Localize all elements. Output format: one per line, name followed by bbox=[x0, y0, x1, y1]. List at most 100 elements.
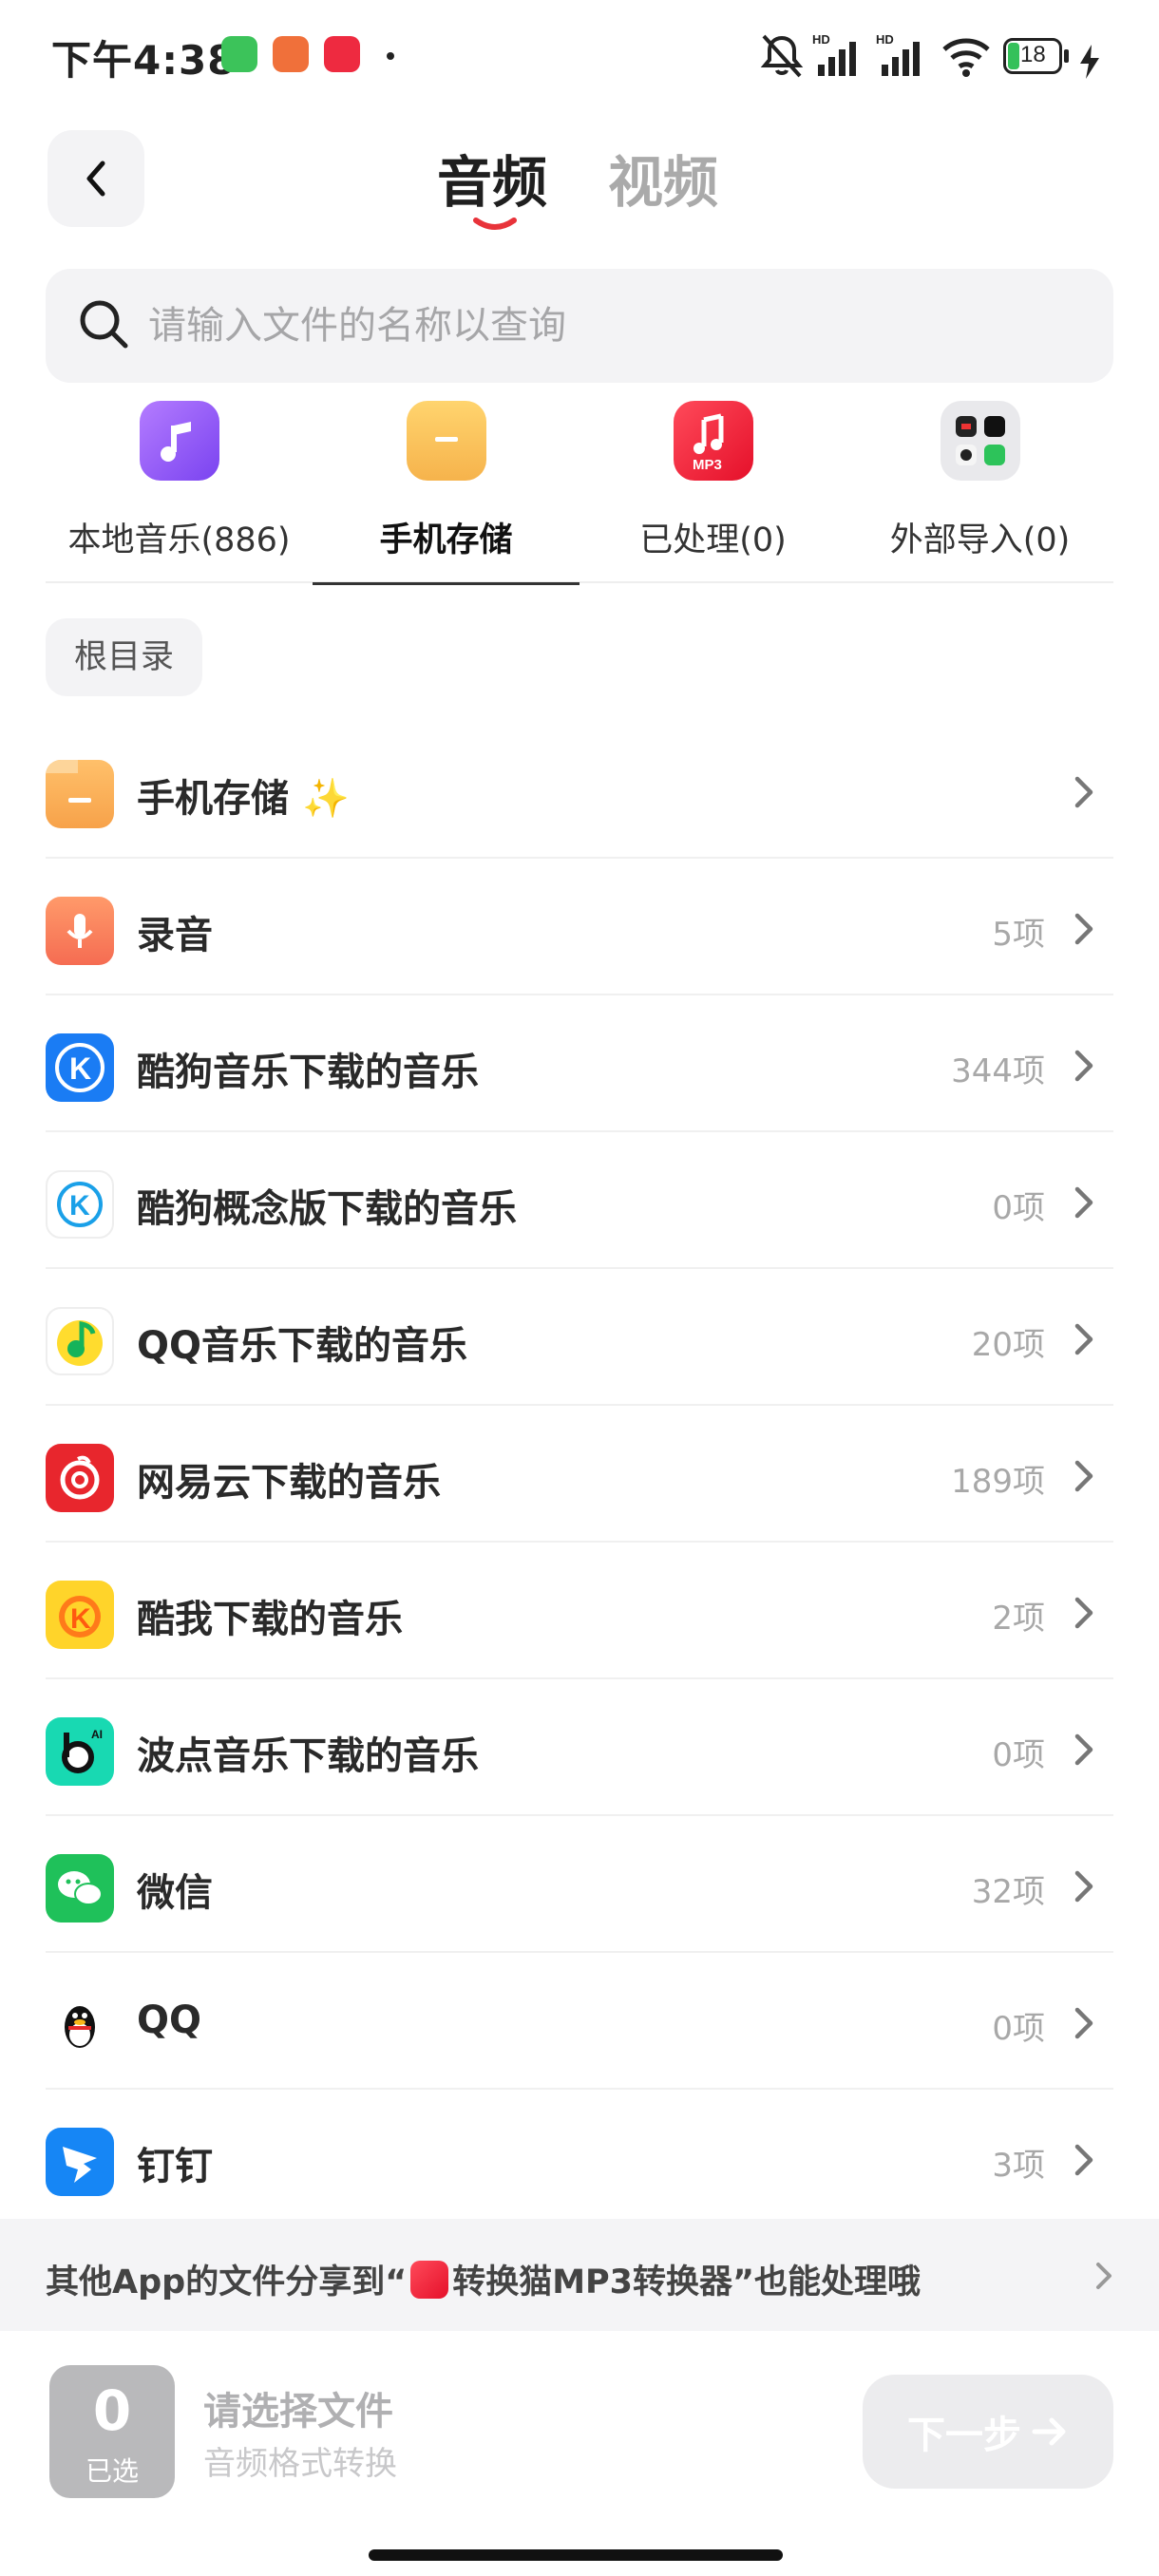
bodian-icon: AI bbox=[46, 1717, 114, 1786]
list-item-name: 微信 bbox=[137, 1871, 213, 1915]
category-local-music[interactable]: 本地音乐(886) bbox=[46, 399, 313, 583]
tab-video[interactable]: 视频 bbox=[608, 138, 718, 218]
chevron-right-icon bbox=[1074, 1186, 1093, 1219]
qq-music-icon bbox=[46, 1307, 114, 1375]
chevron-right-icon bbox=[1096, 2263, 1112, 2289]
status-time: 下午4:38 bbox=[51, 37, 237, 84]
wifi-icon bbox=[942, 38, 990, 77]
share-hint-banner[interactable]: 其他App的文件分享到“ 转换猫MP3转换器 ”也能处理哦 bbox=[0, 2219, 1159, 2331]
back-button[interactable] bbox=[48, 130, 144, 227]
list-item[interactable]: 手机存储 ✨ bbox=[46, 722, 1113, 859]
folder-icon bbox=[406, 401, 486, 481]
qq-penguin-icon bbox=[46, 1991, 114, 2059]
svg-text:HD: HD bbox=[812, 32, 830, 47]
select-file-title: 请选择文件 bbox=[203, 2390, 393, 2434]
sparkle-icon: ✨ bbox=[301, 777, 350, 821]
list-item[interactable]: QQ 0项 bbox=[46, 1953, 1113, 2090]
category-external-import[interactable]: 外部导入(0) bbox=[846, 399, 1113, 583]
selected-count: 0 bbox=[92, 2378, 132, 2443]
svg-text:K: K bbox=[69, 1190, 90, 1222]
status-bar: 下午4:38 HD HD 18 bbox=[0, 0, 1159, 114]
category-tabs: 本地音乐(886) 手机存储 MP3 已处理(0) 外部导入(0) bbox=[46, 399, 1113, 585]
list-item[interactable]: K 酷狗概念版下载的音乐 0项 bbox=[46, 1132, 1113, 1269]
folder-icon bbox=[46, 760, 114, 828]
share-hint-prefix: 其他App的文件分享到“ bbox=[46, 2263, 408, 2301]
next-step-button[interactable]: 下一步 bbox=[863, 2375, 1113, 2489]
list-item-count: 2项 bbox=[992, 1600, 1045, 1638]
list-item-count: 32项 bbox=[971, 1873, 1045, 1911]
mp3-converter-app-icon bbox=[410, 2260, 449, 2299]
category-processed[interactable]: MP3 已处理(0) bbox=[580, 399, 846, 583]
battery-icon: 18 bbox=[1003, 38, 1070, 74]
share-hint-app-name: 转换猫MP3转换器 bbox=[452, 2263, 733, 2301]
search-icon bbox=[80, 300, 128, 349]
selected-count-box[interactable]: 0 已选 bbox=[49, 2365, 175, 2498]
home-indicator[interactable] bbox=[369, 2549, 783, 2561]
list-item[interactable]: 微信 32项 bbox=[46, 1816, 1113, 1953]
list-item[interactable]: 网易云下载的音乐 189项 bbox=[46, 1406, 1113, 1543]
kugou-icon: K bbox=[46, 1033, 114, 1102]
category-phone-storage[interactable]: 手机存储 bbox=[313, 399, 580, 585]
chevron-left-icon bbox=[86, 161, 105, 197]
chevron-right-icon bbox=[1074, 2144, 1093, 2176]
svg-text:HD: HD bbox=[876, 32, 894, 47]
list-item-name: 酷狗概念版下载的音乐 bbox=[137, 1187, 517, 1231]
list-item-name: 手机存储 bbox=[137, 777, 289, 821]
next-step-label: 下一步 bbox=[907, 2414, 1021, 2457]
svg-text:K: K bbox=[70, 1603, 91, 1635]
signal-icon: HD bbox=[812, 32, 856, 76]
status-app-icon-orange bbox=[273, 36, 309, 72]
app-grid-icon bbox=[940, 401, 1020, 481]
chevron-right-icon bbox=[1074, 1460, 1093, 1492]
list-item-count: 5项 bbox=[992, 916, 1045, 954]
list-item-name: QQ bbox=[137, 1998, 202, 2042]
list-item[interactable]: 录音 5项 bbox=[46, 859, 1113, 995]
selected-label: 已选 bbox=[85, 2455, 139, 2487]
active-tab-indicator bbox=[473, 218, 517, 230]
list-item-count: 20项 bbox=[971, 1326, 1045, 1364]
svg-text:AI: AI bbox=[91, 1728, 103, 1741]
list-item-count: 0项 bbox=[992, 1189, 1045, 1227]
chevron-right-icon bbox=[1074, 2007, 1093, 2039]
breadcrumb-root[interactable]: 根目录 bbox=[46, 618, 203, 696]
signal-icon-2: HD bbox=[876, 32, 920, 76]
list-item[interactable]: K 酷狗音乐下载的音乐 344项 bbox=[46, 995, 1113, 1132]
active-category-underline bbox=[313, 582, 580, 585]
status-app-icon-red bbox=[324, 36, 360, 72]
list-item[interactable]: 钉钉 3项 bbox=[46, 2090, 1113, 2226]
dingtalk-icon bbox=[46, 2128, 114, 2196]
list-item-name: QQ音乐下载的音乐 bbox=[137, 1324, 468, 1368]
list-item-name: 网易云下载的音乐 bbox=[137, 1461, 441, 1505]
chevron-right-icon bbox=[1074, 1050, 1093, 1082]
search-bar[interactable] bbox=[46, 269, 1113, 383]
chevron-right-icon bbox=[1074, 1870, 1093, 1903]
status-app-icon-green bbox=[221, 36, 257, 72]
search-input[interactable] bbox=[148, 286, 1079, 366]
share-hint-suffix: ”也能处理哦 bbox=[732, 2263, 922, 2301]
chevron-right-icon bbox=[1074, 776, 1093, 808]
list-item[interactable]: QQ音乐下载的音乐 20项 bbox=[46, 1269, 1113, 1406]
charging-icon bbox=[1080, 45, 1099, 79]
tab-audio[interactable]: 音频 bbox=[437, 138, 547, 218]
netease-icon bbox=[46, 1444, 114, 1512]
list-item-count: 189项 bbox=[951, 1463, 1045, 1501]
wechat-icon bbox=[46, 1854, 114, 1923]
silent-icon bbox=[760, 34, 804, 78]
list-item[interactable]: K 酷我下载的音乐 2项 bbox=[46, 1543, 1113, 1679]
folder-list: 手机存储 ✨ 录音 5项 K 酷狗音乐下载的音乐 344项 K 酷狗概念版下载的… bbox=[46, 722, 1113, 2226]
category-label: 已处理(0) bbox=[639, 521, 787, 559]
select-file-subtitle: 音频格式转换 bbox=[203, 2445, 397, 2483]
status-dot bbox=[387, 52, 394, 60]
kugou-concept-icon: K bbox=[46, 1170, 114, 1239]
list-item-name: 酷我下载的音乐 bbox=[137, 1598, 403, 1641]
list-item-count: 0项 bbox=[992, 1736, 1045, 1774]
list-item[interactable]: AI 波点音乐下载的音乐 0项 bbox=[46, 1679, 1113, 1816]
list-item-name: 波点音乐下载的音乐 bbox=[137, 1734, 479, 1778]
svg-text:MP3: MP3 bbox=[693, 457, 722, 473]
list-item-count: 0项 bbox=[992, 2010, 1045, 2048]
chevron-right-icon bbox=[1074, 1323, 1093, 1355]
list-item-count: 344项 bbox=[951, 1052, 1045, 1090]
microphone-icon bbox=[46, 897, 114, 965]
svg-text:K: K bbox=[69, 1051, 91, 1086]
chevron-right-icon bbox=[1074, 1597, 1093, 1629]
